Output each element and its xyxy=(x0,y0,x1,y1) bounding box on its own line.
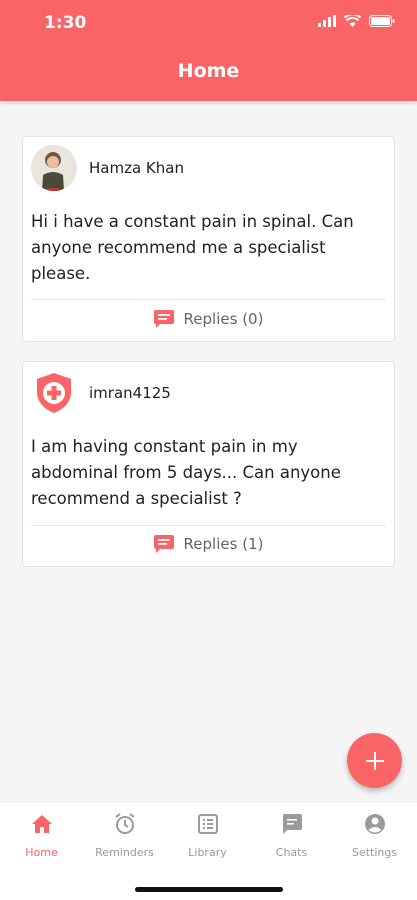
tab-library[interactable]: Library xyxy=(166,812,249,859)
tab-label: Home xyxy=(25,846,58,859)
medical-shield-icon xyxy=(31,370,77,416)
tab-reminders[interactable]: Reminders xyxy=(83,812,166,859)
post-username[interactable]: imran4125 xyxy=(89,384,171,402)
alarm-clock-icon xyxy=(114,813,135,834)
divider xyxy=(31,525,386,526)
library-icon xyxy=(197,814,218,834)
post-username[interactable]: Hamza Khan xyxy=(89,159,184,177)
replies-button[interactable]: Replies (1) xyxy=(23,535,394,553)
tab-label: Reminders xyxy=(95,846,154,859)
signal-icon xyxy=(318,15,336,27)
tab-chats[interactable]: Chats xyxy=(250,812,333,859)
status-time: 1:30 xyxy=(44,13,87,33)
replies-button[interactable]: Replies (0) xyxy=(23,310,394,328)
account-icon xyxy=(364,814,385,834)
plus-icon xyxy=(365,751,384,770)
page-title: Home xyxy=(177,60,240,82)
divider xyxy=(31,299,386,300)
tab-settings[interactable]: Settings xyxy=(333,812,416,859)
tab-home[interactable]: Home xyxy=(0,812,83,859)
battery-icon xyxy=(369,15,395,27)
avatar xyxy=(31,145,77,191)
tab-label: Library xyxy=(188,846,227,859)
comment-icon xyxy=(153,310,174,328)
app-header: 1:30 Home xyxy=(0,0,417,101)
post-card[interactable]: Hamza Khan Hi i have a constant pain in … xyxy=(22,136,395,342)
tab-label: Chats xyxy=(275,846,308,859)
replies-label: Replies (1) xyxy=(183,535,264,553)
tab-label: Settings xyxy=(351,846,398,859)
post-card[interactable]: imran4125 I am having constant pain in m… xyxy=(22,361,395,567)
wifi-icon xyxy=(344,15,361,27)
bottom-tab-bar: Home Reminders Library Chats Settings xyxy=(0,801,417,900)
home-indicator[interactable] xyxy=(135,887,283,892)
add-post-button[interactable] xyxy=(347,733,402,788)
home-icon xyxy=(31,815,52,833)
post-text: Hi i have a constant pain in spinal. Can… xyxy=(31,212,354,283)
replies-label: Replies (0) xyxy=(183,310,264,328)
post-text: I am having constant pain in my abdomina… xyxy=(31,437,341,508)
chat-icon xyxy=(282,814,302,834)
status-icons xyxy=(318,15,395,27)
comment-icon xyxy=(153,535,174,553)
